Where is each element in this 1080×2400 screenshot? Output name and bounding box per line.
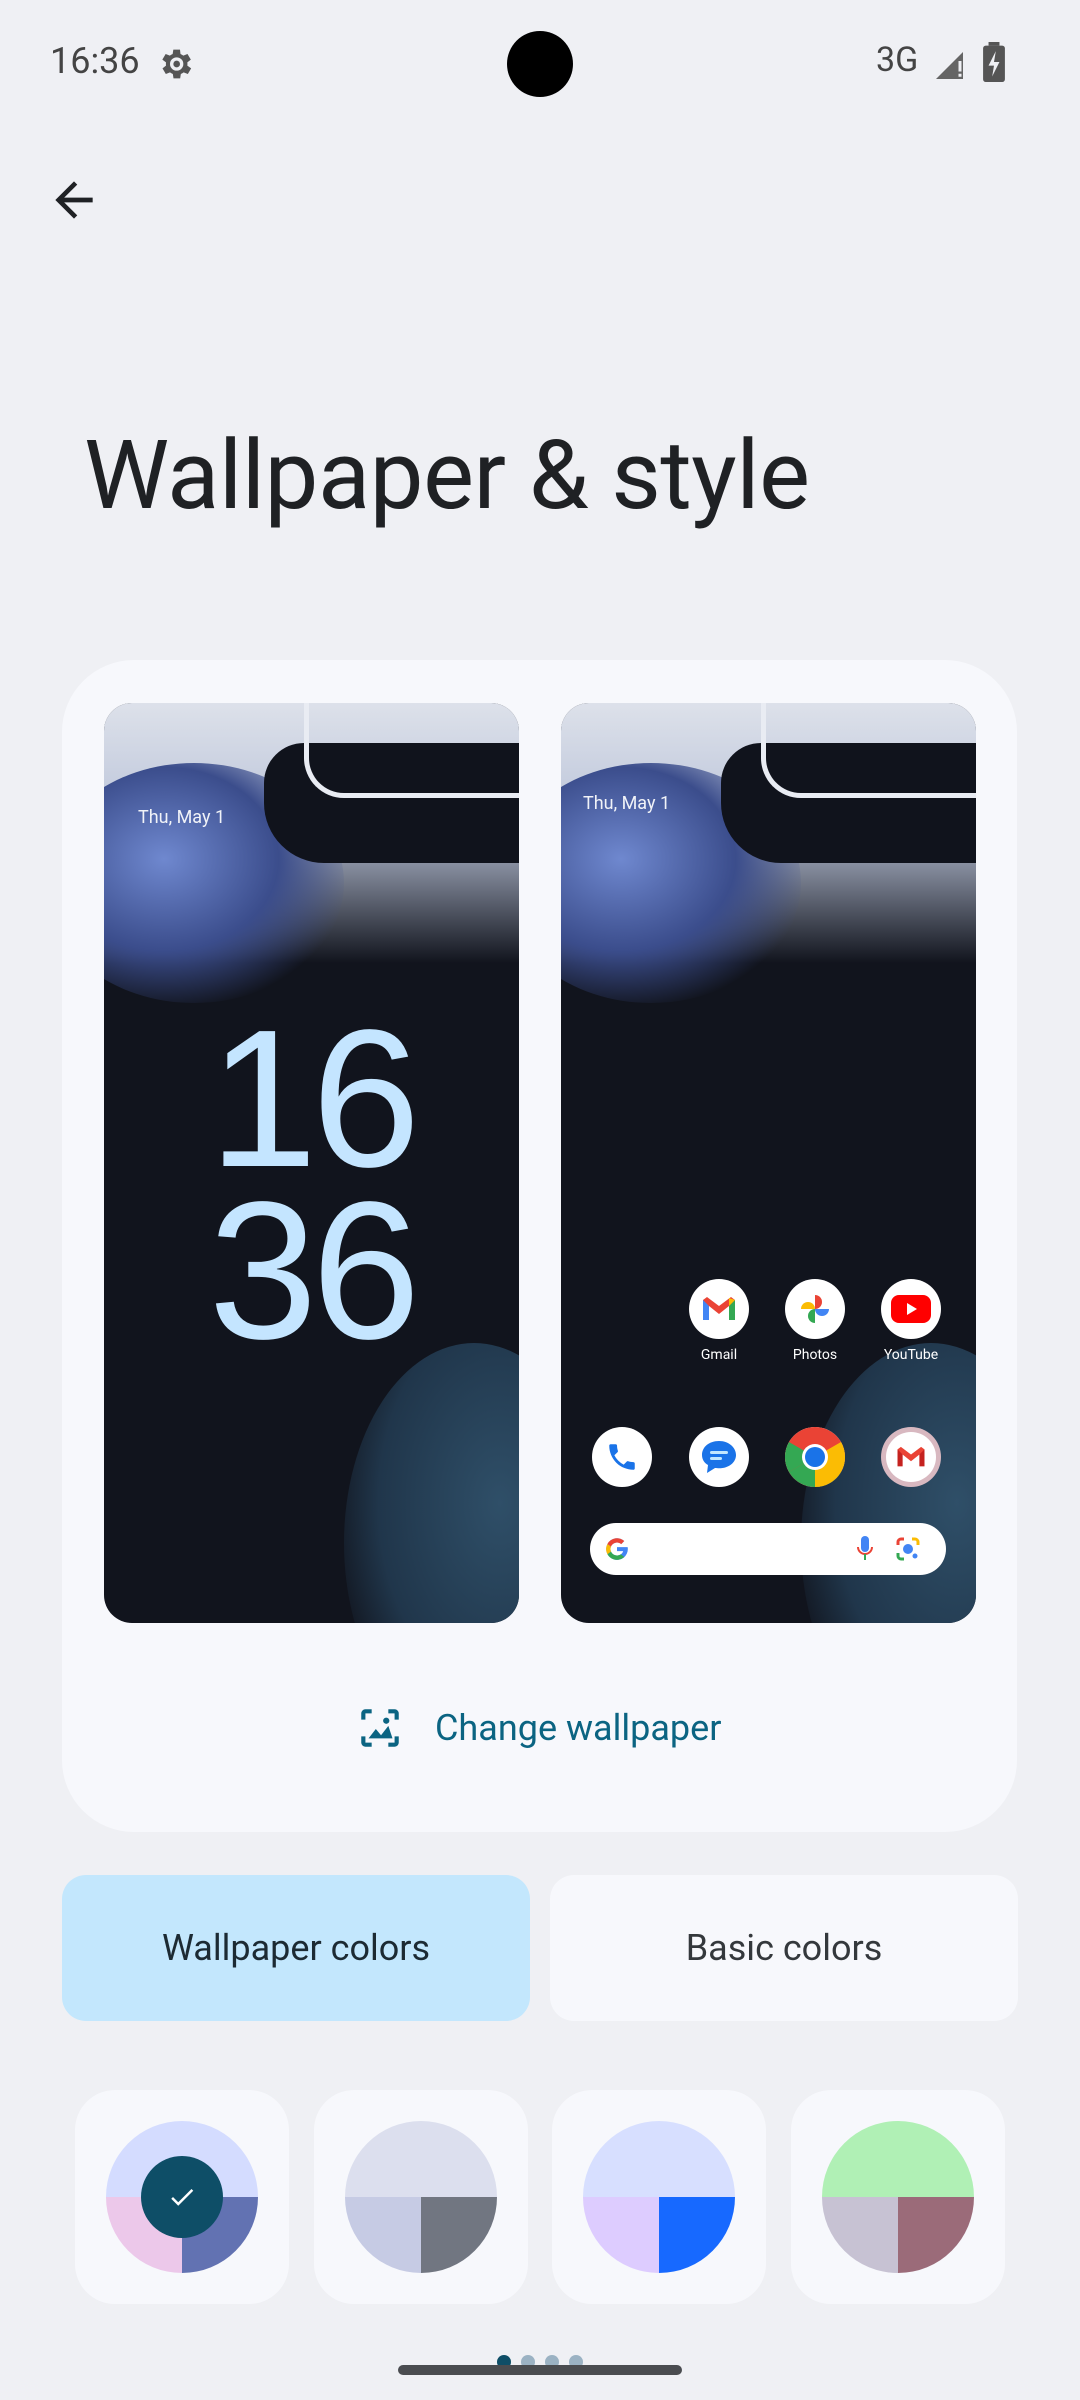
gmail-icon [689, 1279, 749, 1339]
chrome-icon [785, 1427, 845, 1487]
color-option-1[interactable] [75, 2090, 289, 2304]
front-camera-cutout [507, 31, 573, 97]
change-wallpaper-button[interactable]: Change wallpaper [355, 1700, 735, 1756]
lens-icon [896, 1537, 920, 1561]
messages-icon [689, 1427, 749, 1487]
status-time: 16:36 [50, 40, 140, 82]
lock-date: Thu, May 1 [138, 807, 226, 828]
gmail-go-icon [881, 1427, 941, 1487]
youtube-icon [881, 1279, 941, 1339]
google-g-icon [606, 1538, 628, 1560]
lock-clock-hour: 16 [208, 989, 420, 1208]
home-date: Thu, May 1 [583, 793, 671, 814]
home-screen-preview[interactable]: Thu, May 1 Gmail Photos YouTube [561, 703, 976, 1623]
back-arrow-icon[interactable] [46, 172, 102, 228]
color-option-4[interactable] [791, 2090, 1005, 2304]
page-title: Wallpaper & style [84, 420, 810, 532]
color-option-2[interactable] [314, 2090, 528, 2304]
tab-basic-colors[interactable]: Basic colors [550, 1875, 1018, 2021]
app-label-youtube: YouTube [883, 1347, 939, 1363]
lock-clock-minute: 36 [208, 1161, 420, 1380]
phone-icon [592, 1427, 652, 1487]
signal-icon [936, 52, 963, 79]
network-type: 3G [876, 40, 919, 80]
lock-screen-preview[interactable]: Thu, May 1 16 36 [104, 703, 519, 1623]
app-label-gmail: Gmail [700, 1347, 738, 1363]
battery-charging-icon [983, 42, 1005, 82]
selected-check-icon [141, 2156, 223, 2238]
gesture-nav-handle[interactable] [398, 2365, 682, 2375]
color-option-3[interactable] [552, 2090, 766, 2304]
wallpaper-icon [361, 1709, 399, 1747]
settings-gear-icon [162, 49, 192, 79]
mic-icon [857, 1536, 873, 1560]
google-search-bar [590, 1523, 946, 1575]
tab-wallpaper-colors[interactable]: Wallpaper colors [62, 1875, 530, 2021]
app-label-photos: Photos [792, 1347, 838, 1363]
change-wallpaper-label: Change wallpaper [435, 1707, 722, 1749]
photos-icon [785, 1279, 845, 1339]
